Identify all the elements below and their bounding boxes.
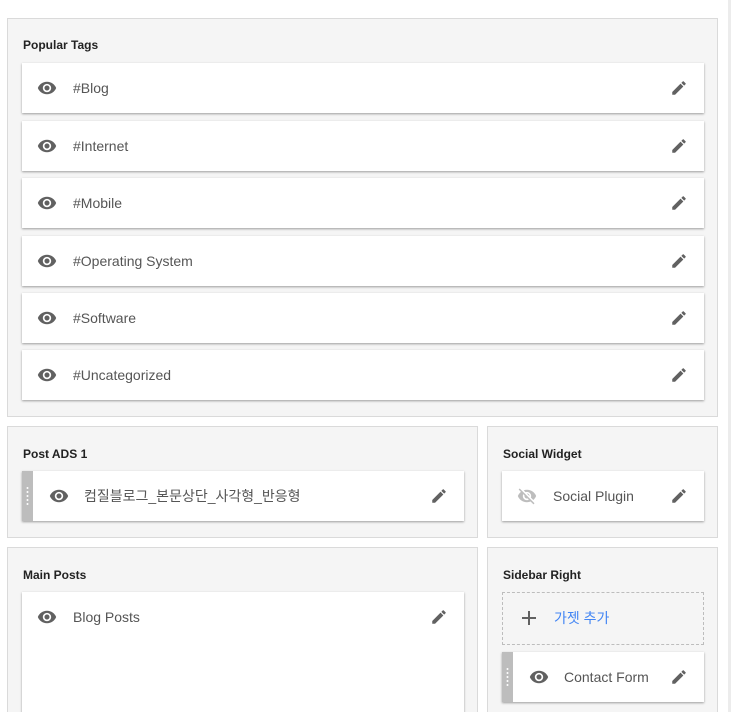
section-popular-tags: Popular Tags #Blog #Internet #Mobile #Op… <box>7 18 718 417</box>
section-sidebar-right: Sidebar Right 가젯 추가 Contact Form <box>487 547 718 712</box>
section-title: Social Widget <box>503 447 582 461</box>
section-social-widget: Social Widget Social Plugin <box>487 426 718 538</box>
eye-icon[interactable] <box>37 607 57 627</box>
gadget-card-social-plugin[interactable]: Social Plugin <box>502 471 704 521</box>
gadget-label: Blog Posts <box>73 609 140 625</box>
drag-handle-icon[interactable] <box>22 471 33 521</box>
pencil-icon[interactable] <box>670 252 688 270</box>
gadget-label: #Uncategorized <box>73 367 172 383</box>
gadget-card-software[interactable]: #Software <box>22 293 704 343</box>
plus-icon <box>521 610 537 626</box>
pencil-icon[interactable] <box>670 137 688 155</box>
pencil-icon[interactable] <box>670 366 688 384</box>
gadget-card-blog-posts[interactable]: Blog Posts <box>22 592 464 712</box>
gadget-label: 컴질블로그_본문상단_사각형_반응형 <box>84 488 301 504</box>
pencil-icon[interactable] <box>670 487 688 505</box>
pencil-icon[interactable] <box>670 668 688 686</box>
gadget-label: Social Plugin <box>553 488 634 504</box>
gadget-label: #Internet <box>73 138 129 154</box>
gadget-label: Contact Form <box>564 669 649 685</box>
eye-icon[interactable] <box>37 251 57 271</box>
eye-icon[interactable] <box>49 486 69 506</box>
eye-icon[interactable] <box>37 136 57 156</box>
gadget-label: #Mobile <box>73 195 123 211</box>
drag-dots-icon <box>26 486 29 506</box>
section-title: Post ADS 1 <box>23 447 88 461</box>
pencil-icon[interactable] <box>670 309 688 327</box>
section-title: Main Posts <box>23 568 87 582</box>
add-gadget-button[interactable]: 가젯 추가 <box>502 592 704 645</box>
drag-dots-icon <box>506 667 509 687</box>
drag-handle-icon[interactable] <box>502 652 513 702</box>
section-post-ads-1: Post ADS 1 컴질블로그_본문상단_사각형_반응형 <box>7 426 478 538</box>
add-gadget-label: 가젯 추가 <box>554 610 610 626</box>
eye-icon[interactable] <box>37 365 57 385</box>
eye-icon[interactable] <box>37 193 57 213</box>
section-title: Popular Tags <box>23 38 99 52</box>
pencil-icon[interactable] <box>430 487 448 505</box>
gadget-label: #Operating System <box>73 253 193 269</box>
gadget-card-uncategorized[interactable]: #Uncategorized <box>22 350 704 400</box>
eye-off-icon[interactable] <box>517 486 537 506</box>
gadget-card-mobile[interactable]: #Mobile <box>22 178 704 228</box>
gadget-card-ad-unit[interactable]: 컴질블로그_본문상단_사각형_반응형 <box>22 471 464 521</box>
pencil-icon[interactable] <box>670 194 688 212</box>
gadget-card-blog[interactable]: #Blog <box>22 63 704 113</box>
eye-icon[interactable] <box>37 308 57 328</box>
section-title: Sidebar Right <box>503 568 582 582</box>
pencil-icon[interactable] <box>670 79 688 97</box>
gadget-label: #Software <box>73 310 137 326</box>
eye-icon[interactable] <box>37 78 57 98</box>
gadget-card-operating-system[interactable]: #Operating System <box>22 236 704 286</box>
gadget-label: #Blog <box>73 80 109 96</box>
pencil-icon[interactable] <box>430 608 448 626</box>
gadget-card-internet[interactable]: #Internet <box>22 121 704 171</box>
section-main-posts: Main Posts Blog Posts <box>7 547 478 712</box>
gadget-card-contact-form[interactable]: Contact Form <box>502 652 704 702</box>
eye-icon[interactable] <box>529 667 549 687</box>
